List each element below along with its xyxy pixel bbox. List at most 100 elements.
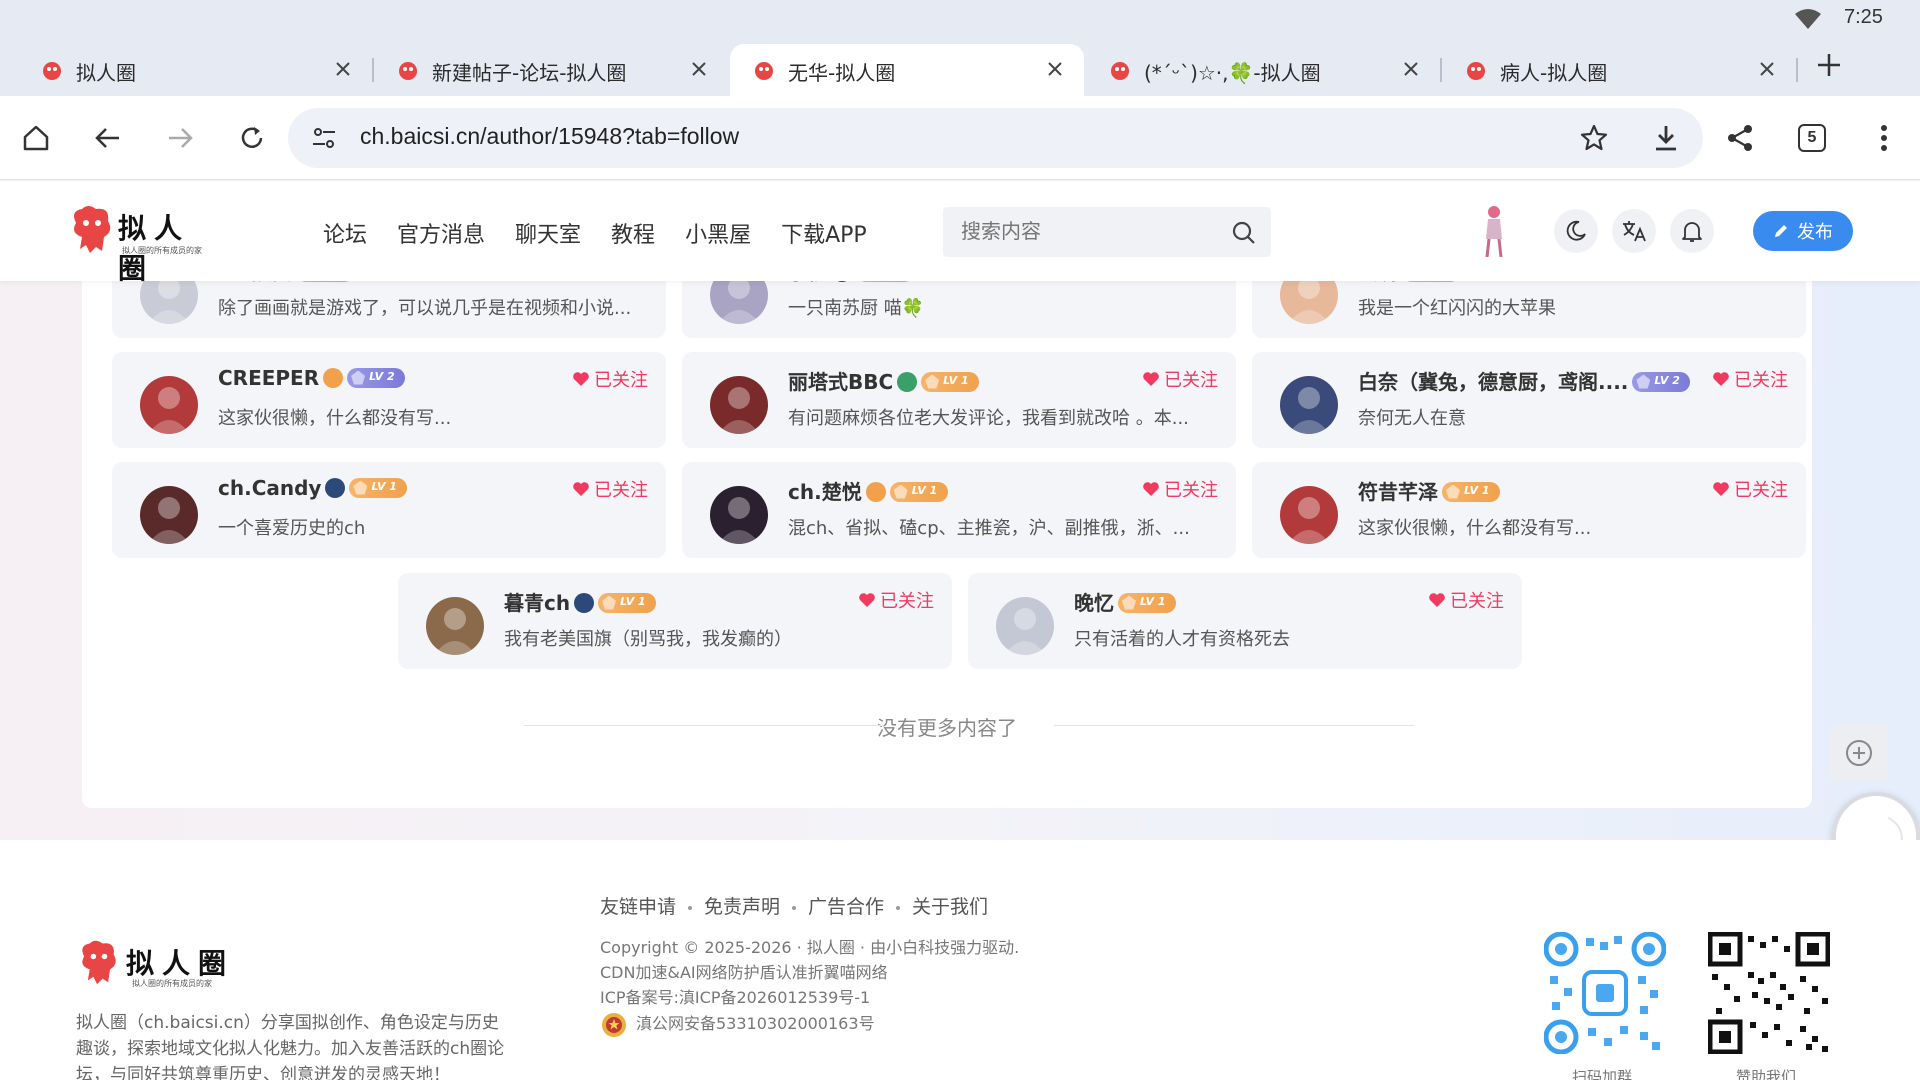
police-record-text: 滇公网安备53310302000163号 [636,1014,875,1033]
user-name[interactable]: CREEPER [218,366,319,390]
heart-icon [573,482,589,496]
user-avatar[interactable] [1280,486,1338,544]
nav-item-forum[interactable]: 论坛 [323,217,367,249]
notification-bell-icon[interactable] [1670,209,1714,253]
user-name-row[interactable]: 暮青ch LV 1 [504,587,657,616]
heart-icon [1713,372,1729,386]
dark-mode-moon-icon[interactable] [1554,209,1598,253]
followed-button[interactable]: 已关注 [1142,476,1218,502]
translate-icon[interactable] [1612,209,1656,253]
followed-button[interactable]: 已关注 [1712,366,1788,392]
reload-icon[interactable] [232,118,272,158]
browser-tab-active[interactable]: 无华-拟人圈 [730,44,1084,96]
search-icon[interactable] [1231,220,1257,246]
user-name-row[interactable]: ch.楚悦 LV 1 [788,476,948,505]
level-text: LV 1 [1464,483,1490,497]
footer-logo[interactable]: 拟人圈 拟人圈的所有成员的家 [76,938,246,988]
bookmark-star-icon[interactable] [1578,122,1610,154]
site-logo[interactable]: 拟人圈 拟人圈的所有成员的家 [68,203,218,285]
close-tab-icon[interactable] [688,58,710,80]
user-avatar[interactable] [426,597,484,655]
nav-item-chatroom[interactable]: 聊天室 [515,217,581,249]
site-favicon-icon [399,62,417,80]
followed-button[interactable]: 已关注 [858,587,934,613]
user-name-row[interactable]: 白奈（冀兔，德意厨，鸢阁.... LV 2 [1358,366,1691,395]
user-name[interactable]: 符昔芊泽 [1358,480,1438,504]
user-badge-icon [897,371,918,392]
follow-card[interactable]: 符昔芊泽 LV 1 这家伙很懒，什么都没有写... 已关注 [1252,462,1806,558]
browser-tab[interactable]: (*ˊᵕˋ)☆·,🍀-拟人圈 [1086,44,1442,96]
user-name[interactable]: 晚忆 [1074,591,1114,615]
followed-button[interactable]: 已关注 [572,476,648,502]
publish-button[interactable]: 发布 [1753,211,1853,251]
tab-title: 病人-拟人圈 [1500,61,1608,85]
user-avatar[interactable] [1280,376,1338,434]
forward-arrow-icon[interactable] [160,118,200,158]
add-circle-icon[interactable] [1830,724,1888,782]
user-avatar[interactable] [710,486,768,544]
site-slogan: 拟人圈的所有成员的家 [122,246,202,255]
url-text[interactable]: ch.baicsi.cn/author/15948?tab=follow [360,123,739,150]
user-name[interactable]: 丽塔式BBC [788,370,893,394]
footer-icp[interactable]: ICP备案号:滇ICP备2026012539号-1 [600,984,870,1008]
footer-link-about[interactable]: 关于我们 [912,896,988,918]
user-bio: 这家伙很懒，什么都没有写... [218,408,452,429]
address-bar[interactable]: ch.baicsi.cn/author/15948?tab=follow [288,108,1703,168]
follow-card[interactable]: 白奈（冀兔，德意厨，鸢阁.... LV 2 奈何无人在意 已关注 [1252,352,1806,448]
follow-card[interactable]: ch.Candy LV 1 一个喜爱历史的ch 已关注 [112,462,666,558]
nav-item-tutorial[interactable]: 教程 [611,217,655,249]
user-name[interactable]: 白奈（冀兔，德意厨，鸢阁.... [1358,370,1628,394]
download-icon[interactable] [1650,122,1682,154]
share-icon[interactable] [1720,118,1760,158]
heart-icon [859,593,875,607]
footer-link-disclaimer[interactable]: 免责声明 [704,896,780,918]
follow-card[interactable]: CREEPER LV 2 这家伙很懒，什么都没有写... 已关注 [112,352,666,448]
site-search [943,207,1271,257]
publish-label: 发布 [1797,222,1833,243]
user-avatar[interactable] [140,376,198,434]
user-name[interactable]: ch.楚悦 [788,480,862,504]
browser-tab[interactable]: 新建帖子-论坛-拟人圈 [374,44,728,96]
followed-button[interactable]: 已关注 [1712,476,1788,502]
browser-tab[interactable]: 病人-拟人圈 [1442,44,1798,96]
user-name-row[interactable]: ch.Candy LV 1 [218,476,408,500]
nav-item-blackroom[interactable]: 小黑屋 [685,217,751,249]
user-avatar[interactable] [710,376,768,434]
close-tab-icon[interactable] [1044,58,1066,80]
user-name[interactable]: 暮青ch [504,591,570,615]
browser-tab[interactable]: 拟人圈 [18,44,374,96]
followed-button[interactable]: 已关注 [572,366,648,392]
search-input[interactable] [961,219,1221,243]
new-tab-plus-icon[interactable] [1814,50,1844,80]
user-name-row[interactable]: 晚忆 LV 1 [1074,587,1176,616]
close-tab-icon[interactable] [1400,58,1422,80]
user-avatar[interactable] [996,597,1054,655]
close-tab-icon[interactable] [1756,58,1778,80]
nav-item-official[interactable]: 官方消息 [397,217,485,249]
followed-button[interactable]: 已关注 [1142,366,1218,392]
user-avatar[interactable] [140,486,198,544]
user-name-row[interactable]: 丽塔式BBC LV 1 [788,366,980,395]
home-icon[interactable] [16,118,56,158]
character-figure-icon[interactable] [1482,203,1506,259]
user-name-row[interactable]: CREEPER LV 2 [218,366,406,390]
follow-card[interactable]: 暮青ch LV 1 我有老美国旗（别骂我，我发癫的） 已关注 [398,573,952,669]
tab-switcher-button[interactable]: 5 [1798,124,1826,152]
user-badge-icon [325,477,346,498]
footer-link-ads[interactable]: 广告合作 [808,896,884,918]
footer-police-record[interactable]: 滇公网安备53310302000163号 [600,1010,875,1039]
user-name-row[interactable]: 符昔芊泽 LV 1 [1358,476,1500,505]
user-name[interactable]: ch.Candy [218,476,321,500]
level-text: LV 2 [1654,373,1680,387]
site-settings-icon[interactable] [310,124,338,152]
more-menu-icon[interactable] [1864,118,1904,158]
nav-item-download-app[interactable]: 下载APP [781,217,867,249]
follow-card[interactable]: 晚忆 LV 1 只有活着的人才有资格死去 已关注 [968,573,1522,669]
followed-button[interactable]: 已关注 [1428,587,1504,613]
back-arrow-icon[interactable] [88,118,128,158]
close-tab-icon[interactable] [332,58,354,80]
footer-link-friend[interactable]: 友链申请 [600,896,676,918]
follow-card[interactable]: ch.楚悦 LV 1 混ch、省拟、磕cp、主推瓷，沪、副推俄，浙、... 已关注 [682,462,1236,558]
follow-card[interactable]: 丽塔式BBC LV 1 有问题麻烦各位老大发评论，我看到就改哈 。本... 已关注 [682,352,1236,448]
site-favicon-icon [1467,62,1485,80]
